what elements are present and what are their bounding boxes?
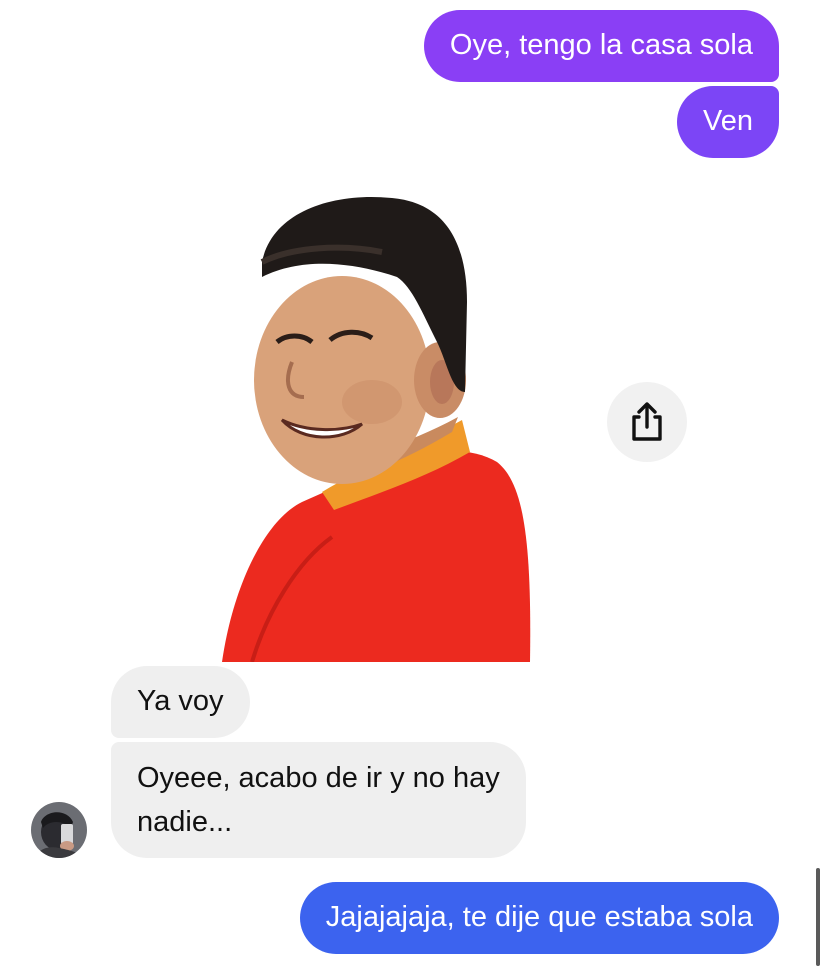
- incoming-message-bubble[interactable]: Oyeee, acabo de ir y no hay nadie...: [111, 742, 526, 858]
- incoming-message-bubble[interactable]: Ya voy: [111, 666, 250, 738]
- outgoing-message-bubble[interactable]: Ven: [677, 86, 779, 158]
- scrollbar[interactable]: [816, 868, 820, 966]
- message-text: Ven: [703, 105, 753, 137]
- message-text: Oyeee, acabo de ir y no hay nadie...: [137, 762, 500, 838]
- sticker-image[interactable]: [222, 192, 534, 663]
- share-icon: [632, 402, 662, 441]
- message-text: Oye, tengo la casa sola: [449, 29, 753, 61]
- share-button[interactable]: [607, 382, 687, 462]
- contact-avatar[interactable]: [31, 802, 87, 858]
- sticker-boy-illustration: [222, 196, 531, 663]
- outgoing-message-bubble[interactable]: Jajajajaja, te dije que estaba sola: [299, 882, 779, 954]
- message-text: Jajajajaja, te dije que estaba sola: [325, 901, 753, 933]
- avatar-photo: [31, 802, 87, 858]
- outgoing-message-bubble[interactable]: Oye, tengo la casa sola: [423, 10, 779, 82]
- message-text: Ya voy: [137, 685, 224, 717]
